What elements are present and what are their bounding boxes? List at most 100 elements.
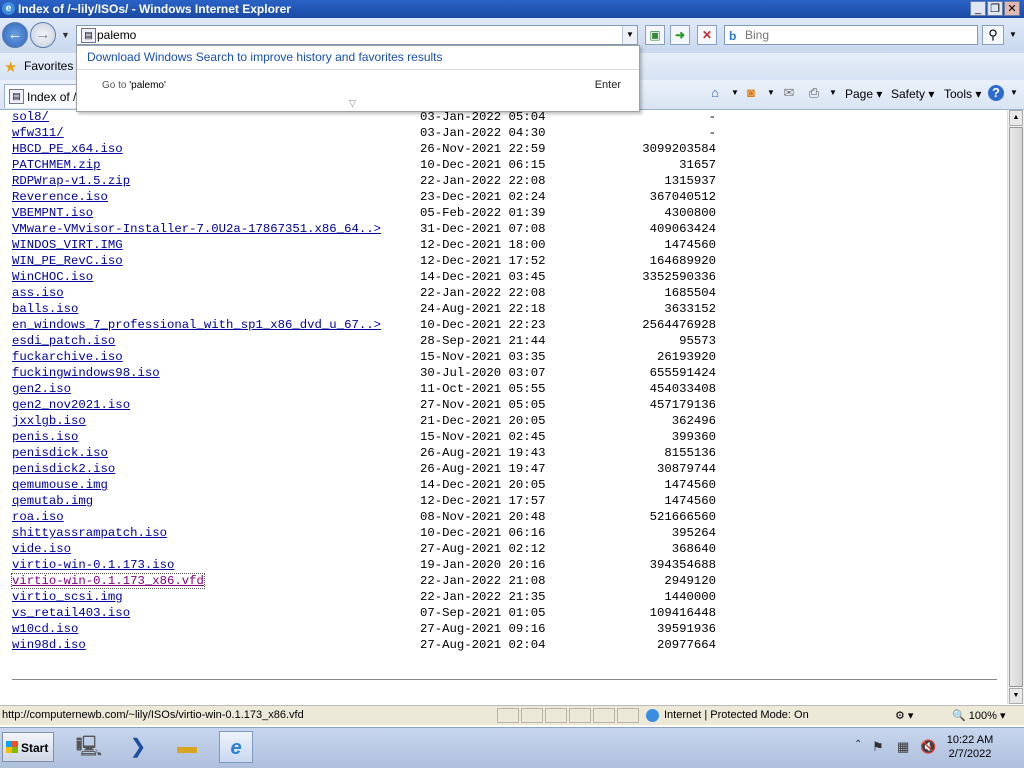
file-link[interactable]: en_windows_7_professional_with_sp1_x86_d… xyxy=(12,318,381,332)
file-link[interactable]: roa.iso xyxy=(12,510,64,524)
file-link[interactable]: virtio_scsi.img xyxy=(12,590,123,604)
close-button[interactable]: ✕ xyxy=(1004,1,1020,16)
print-icon[interactable]: ⎙ xyxy=(805,85,823,101)
restore-button[interactable]: ❐ xyxy=(987,1,1003,16)
file-link[interactable]: Reverence.iso xyxy=(12,190,108,204)
server-manager-icon[interactable]: 🖳 xyxy=(72,731,106,763)
search-box[interactable]: b xyxy=(724,25,978,45)
security-zone[interactable]: Internet | Protected Mode: On xyxy=(664,709,809,721)
scroll-down-button[interactable]: ▼ xyxy=(1009,688,1023,704)
file-link[interactable]: jxxlgb.iso xyxy=(12,414,86,428)
show-hidden-icons[interactable]: ⌃ xyxy=(854,739,862,750)
rss-dropdown[interactable]: ▼ xyxy=(762,85,780,101)
file-link[interactable]: gen2.iso xyxy=(12,382,71,396)
tools-menu[interactable]: Tools ▾ xyxy=(944,87,981,101)
file-link[interactable]: virtio-win-0.1.173_x86.vfd xyxy=(11,573,205,589)
file-link[interactable]: win98d.iso xyxy=(12,638,86,652)
go-arrow-icon: ➜ xyxy=(674,28,686,42)
bing-icon: b xyxy=(729,29,737,43)
table-row: virtio_scsi.img 22-Jan-2022 21:35 1440000 xyxy=(12,589,716,605)
file-link[interactable]: qemutab.img xyxy=(12,494,93,508)
file-size: 362496 xyxy=(671,414,716,428)
file-link[interactable]: gen2_nov2021.iso xyxy=(12,398,130,412)
back-button[interactable]: ← xyxy=(2,22,28,48)
zoom-level[interactable]: 🔍 100% ▾ xyxy=(952,709,1005,722)
file-size: 8155136 xyxy=(664,446,716,460)
file-link[interactable]: VBEMPNT.iso xyxy=(12,206,93,220)
clock[interactable]: 10:22 AM 2/7/2022 xyxy=(940,733,1000,761)
file-link[interactable]: fuckingwindows98.iso xyxy=(12,366,160,380)
address-bar[interactable]: ▤ ▼ xyxy=(76,25,638,45)
vertical-scrollbar[interactable]: ▲ ▼ xyxy=(1007,110,1024,704)
file-link[interactable]: w10cd.iso xyxy=(12,622,78,636)
protected-mode-settings[interactable]: ⚙ ▾ xyxy=(895,709,931,724)
file-link[interactable]: WIN_PE_RevC.iso xyxy=(12,254,123,268)
star-icon[interactable]: ★ xyxy=(4,58,17,76)
title-bar[interactable]: e Index of /~lily/ISOs/ - Windows Intern… xyxy=(0,0,1024,18)
file-link[interactable]: virtio-win-0.1.173.iso xyxy=(12,558,174,572)
help-icon[interactable]: ? xyxy=(988,85,1004,101)
status-pane xyxy=(593,708,615,723)
goto-suggestion[interactable]: Go to 'palemo' xyxy=(102,80,166,91)
file-link[interactable]: wfw311/ xyxy=(12,126,64,140)
network-icon[interactable]: ▦ xyxy=(897,739,909,755)
help-dropdown[interactable]: ▼ xyxy=(1005,85,1023,101)
file-link[interactable]: vide.iso xyxy=(12,542,71,556)
table-row: sol8/03-Jan-2022 05:04 - xyxy=(12,110,716,125)
scroll-thumb[interactable] xyxy=(1009,127,1023,687)
file-link[interactable]: WinCHOC.iso xyxy=(12,270,93,284)
print-dropdown[interactable]: ▼ xyxy=(824,85,842,101)
tab-index[interactable]: ▤ Index of / xyxy=(4,84,84,108)
file-link[interactable]: balls.iso xyxy=(12,302,78,316)
file-link[interactable]: RDPWrap-v1.5.zip xyxy=(12,174,130,188)
address-input[interactable] xyxy=(97,27,617,43)
search-input[interactable] xyxy=(745,27,970,43)
download-windows-search-link[interactable]: Download Windows Search to improve histo… xyxy=(87,50,443,64)
ie-icon: e xyxy=(2,2,15,15)
file-link[interactable]: WINDOS_VIRT.IMG xyxy=(12,238,123,252)
ie-taskbar-button[interactable]: e xyxy=(219,731,253,763)
favorites-button[interactable]: Favorites xyxy=(24,59,73,73)
speaker-muted-icon[interactable]: 🔇 xyxy=(920,739,936,755)
forward-button[interactable]: → xyxy=(30,22,56,48)
file-link[interactable]: HBCD_PE_x64.iso xyxy=(12,142,123,156)
file-link[interactable]: vs_retail403.iso xyxy=(12,606,130,620)
minimize-button[interactable]: _ xyxy=(970,1,986,16)
file-link[interactable]: sol8/ xyxy=(12,110,49,124)
go-button[interactable]: ➜ xyxy=(670,25,690,45)
powershell-icon[interactable]: ❯ xyxy=(121,731,155,763)
file-link[interactable]: penisdick.iso xyxy=(12,446,108,460)
search-button[interactable]: ⚲ xyxy=(982,25,1004,45)
table-row: Reverence.iso 23-Dec-2021 02:24 367040512 xyxy=(12,189,716,205)
flag-icon[interactable]: ⚑ xyxy=(872,739,884,755)
file-link[interactable]: qemumouse.img xyxy=(12,478,108,492)
chevron-down-icon[interactable]: ▽ xyxy=(349,98,356,109)
safety-menu[interactable]: Safety ▾ xyxy=(891,87,934,101)
scroll-up-button[interactable]: ▲ xyxy=(1009,110,1023,126)
file-date: 15-Nov-2021 02:45 xyxy=(420,430,546,444)
home-icon[interactable]: ⌂ xyxy=(706,85,724,101)
file-link[interactable]: ass.iso xyxy=(12,286,64,300)
file-link[interactable]: PATCHMEM.zip xyxy=(12,158,101,172)
stop-button[interactable]: ✕ xyxy=(697,25,717,45)
file-link[interactable]: penisdick2.iso xyxy=(12,462,115,476)
table-row: ass.iso 22-Jan-2022 22:08 1685504 xyxy=(12,285,716,301)
file-link[interactable]: shittyassrampatch.iso xyxy=(12,526,167,540)
search-icon: ⚲ xyxy=(988,27,998,42)
start-button[interactable]: Start xyxy=(2,732,54,762)
table-row: PATCHMEM.zip 10-Dec-2021 06:15 31657 xyxy=(12,157,716,173)
page-menu[interactable]: Page ▾ xyxy=(845,87,882,101)
address-dropdown-button[interactable]: ▼ xyxy=(622,26,637,44)
explorer-folder-icon[interactable]: ▬ xyxy=(170,731,204,763)
file-link[interactable]: penis.iso xyxy=(12,430,78,444)
rss-icon[interactable]: ◙ xyxy=(742,85,760,101)
file-link[interactable]: fuckarchive.iso xyxy=(12,350,123,364)
recent-pages-dropdown[interactable]: ▼ xyxy=(61,30,70,40)
file-link[interactable]: VMware-VMvisor-Installer-7.0U2a-17867351… xyxy=(12,222,381,236)
status-pane xyxy=(497,708,519,723)
table-row: VMware-VMvisor-Installer-7.0U2a-17867351… xyxy=(12,221,716,237)
search-options-dropdown[interactable]: ▼ xyxy=(1006,25,1020,45)
file-link[interactable]: esdi_patch.iso xyxy=(12,334,115,348)
compatibility-view-button[interactable]: ▣ xyxy=(645,25,665,45)
mail-icon[interactable]: ✉ xyxy=(780,85,798,101)
